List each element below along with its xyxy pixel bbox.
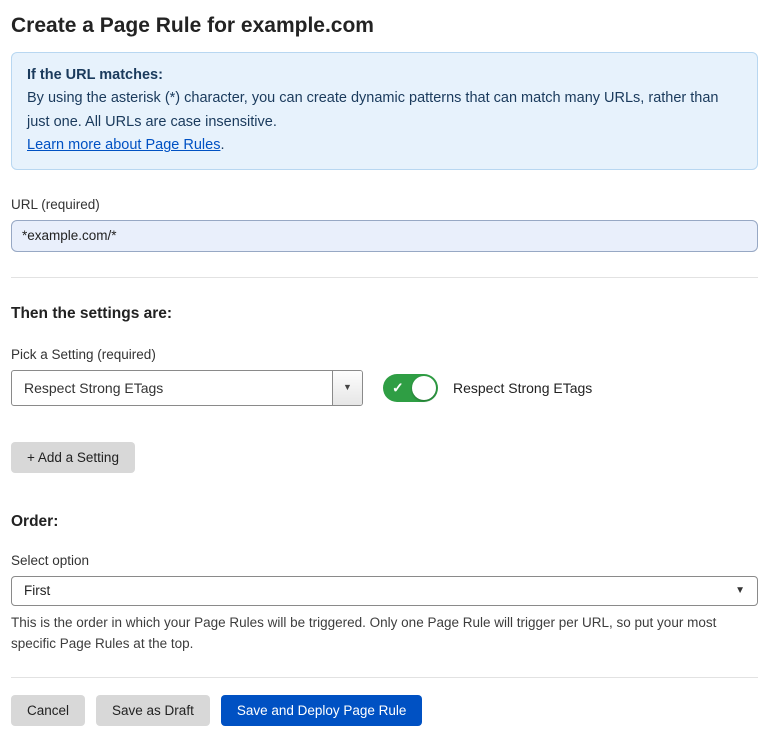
toggle-label: Respect Strong ETags — [453, 380, 592, 396]
setting-select[interactable]: Respect Strong ETags ▼ — [11, 370, 363, 406]
caret-down-icon: ▼ — [343, 383, 352, 392]
url-input[interactable] — [11, 220, 758, 252]
order-select[interactable]: First ▼ — [11, 576, 758, 606]
toggle-knob — [412, 376, 436, 400]
order-help-text: This is the order in which your Page Rul… — [11, 613, 753, 655]
learn-more-link[interactable]: Learn more about Page Rules — [27, 137, 220, 153]
page-rule-form: Create a Page Rule for example.com If th… — [0, 14, 769, 726]
setting-picker-label: Pick a Setting (required) — [11, 347, 758, 362]
cancel-button[interactable]: Cancel — [11, 695, 85, 726]
settings-heading: Then the settings are: — [11, 305, 758, 323]
order-select-value: First — [24, 583, 50, 598]
setting-select-value: Respect Strong ETags — [12, 380, 163, 396]
page-title: Create a Page Rule for example.com — [11, 14, 758, 38]
url-match-info-box: If the URL matches: By using the asteris… — [11, 52, 758, 170]
order-select-label: Select option — [11, 553, 758, 568]
info-box-heading: If the URL matches: — [27, 64, 742, 87]
link-suffix: . — [220, 137, 224, 153]
setting-row: Respect Strong ETags ▼ ✓ Respect Strong … — [11, 370, 758, 406]
setting-select-arrow-button[interactable]: ▼ — [332, 371, 362, 405]
footer-divider — [11, 677, 758, 678]
add-setting-button[interactable]: + Add a Setting — [11, 442, 135, 473]
section-divider — [11, 277, 758, 278]
footer-buttons: Cancel Save as Draft Save and Deploy Pag… — [11, 695, 758, 726]
chevron-down-icon: ▼ — [735, 586, 745, 596]
respect-strong-etags-toggle[interactable]: ✓ — [383, 374, 438, 402]
save-deploy-button[interactable]: Save and Deploy Page Rule — [221, 695, 423, 726]
info-box-link-line: Learn more about Page Rules. — [27, 134, 742, 157]
save-draft-button[interactable]: Save as Draft — [96, 695, 210, 726]
url-label: URL (required) — [11, 197, 758, 212]
check-icon: ✓ — [392, 381, 404, 395]
order-heading: Order: — [11, 513, 758, 531]
info-box-body: By using the asterisk (*) character, you… — [27, 87, 742, 134]
